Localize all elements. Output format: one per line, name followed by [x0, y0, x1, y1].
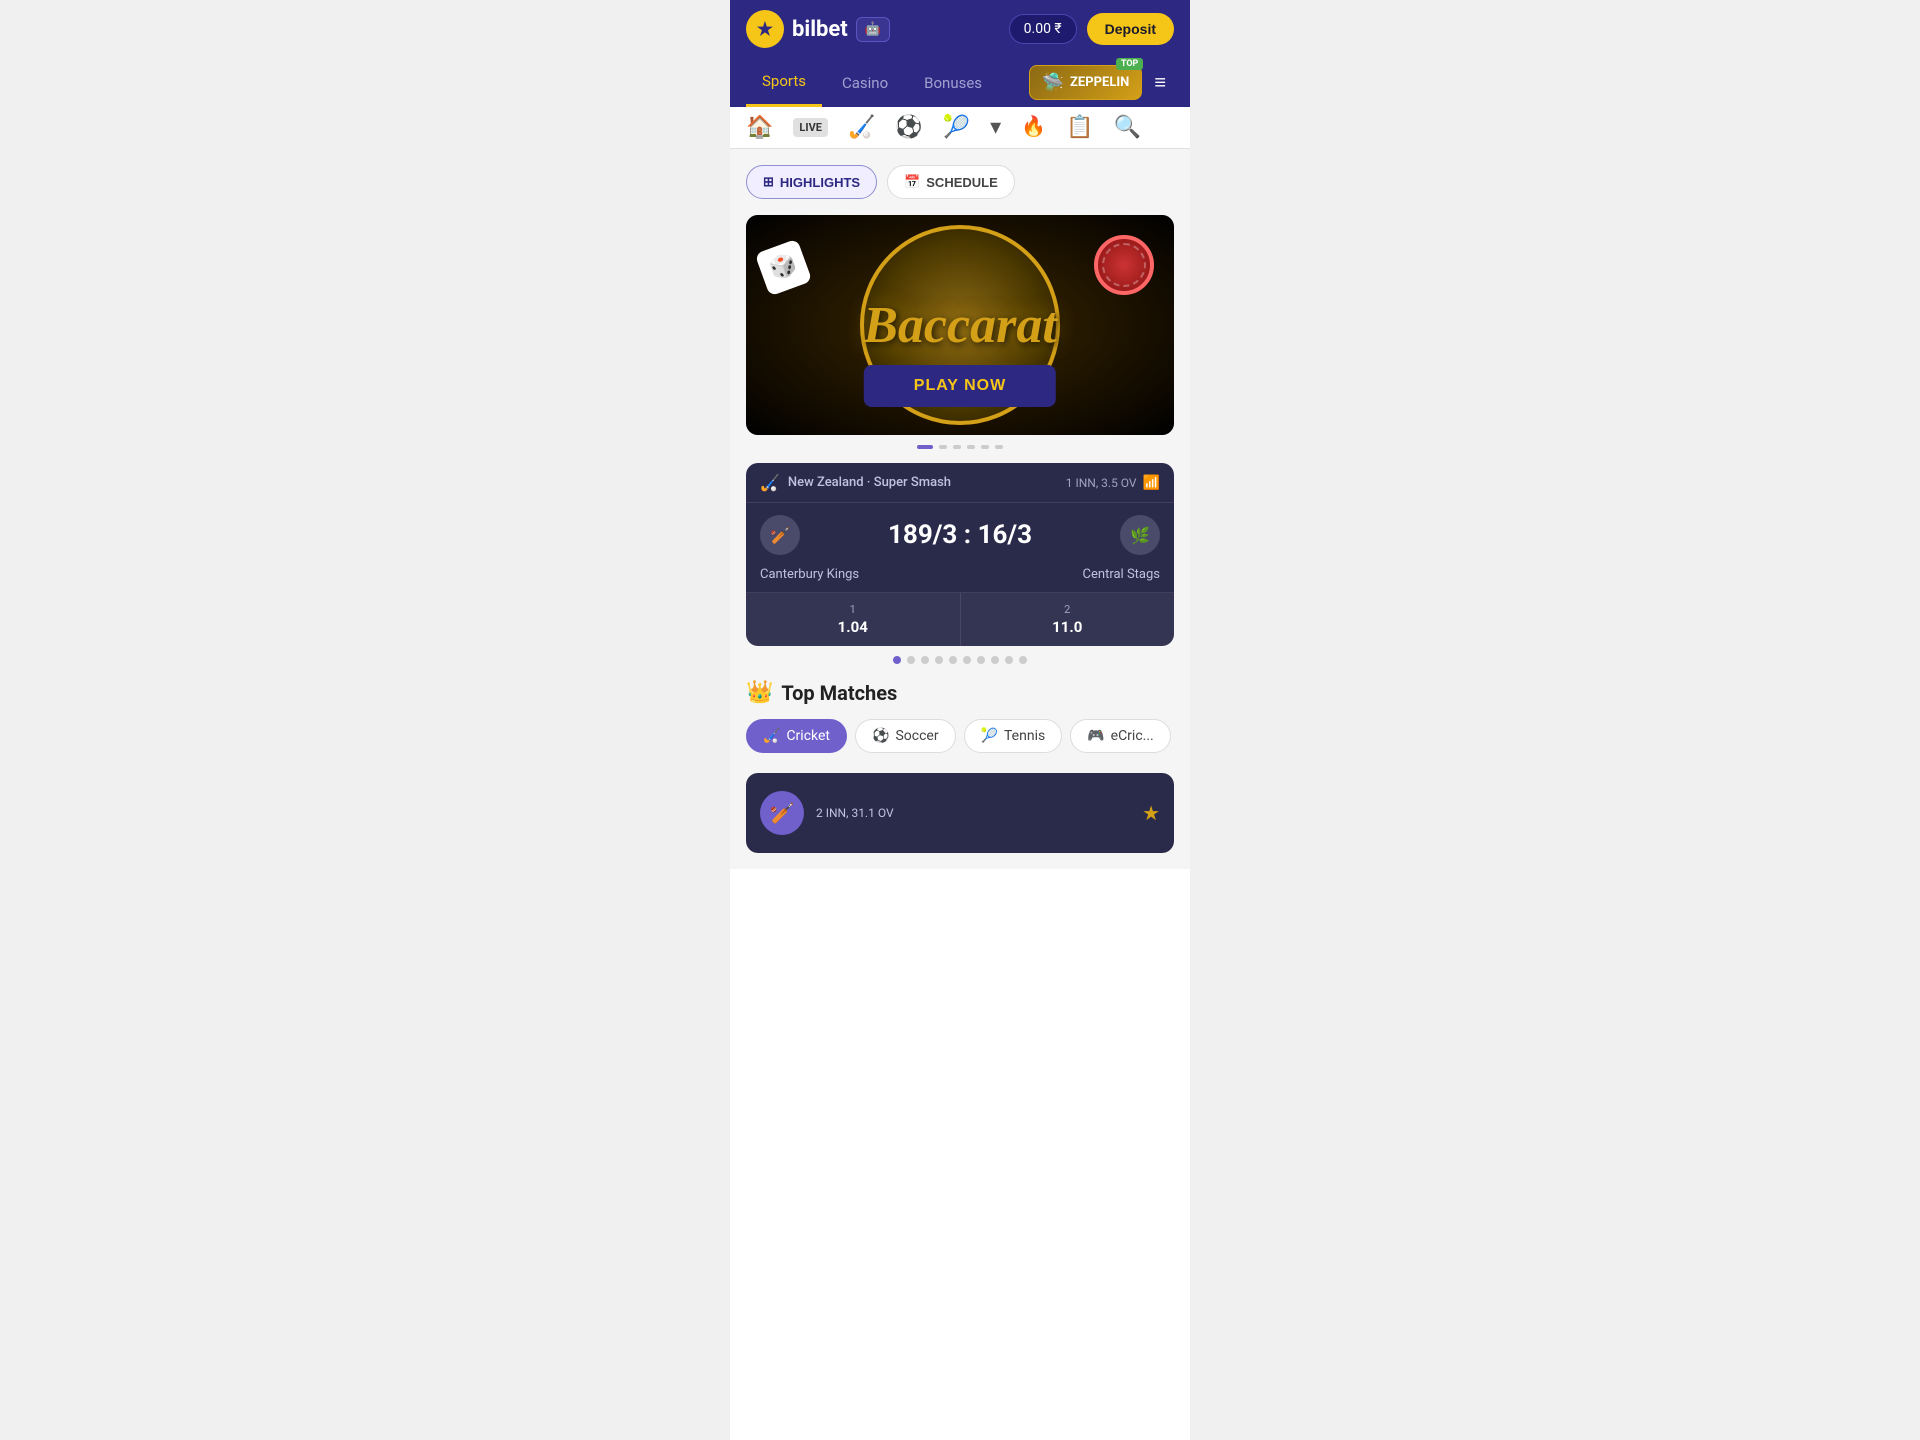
match-dot-3[interactable] [921, 656, 929, 664]
cricket-filter-icon: 🏑 [763, 728, 780, 744]
crown-icon: 👑 [746, 680, 773, 705]
match-dot-2[interactable] [907, 656, 915, 664]
home-icon[interactable]: 🏠 [746, 115, 773, 140]
bottom-match-logo: 🏏 [760, 791, 804, 835]
match-dot-4[interactable] [935, 656, 943, 664]
match-header: 🏑 New Zealand · Super Smash 1 INN, 3.5 O… [746, 463, 1174, 503]
bottom-match-preview: 🏏 2 INN, 31.1 OV ★ [746, 773, 1174, 853]
main-content: ⊞ HIGHLIGHTS 📅 SCHEDULE 🎲 Baccarat PLAY … [730, 149, 1190, 869]
match-dot-10[interactable] [1019, 656, 1027, 664]
dropdown-icon[interactable]: ▾ [990, 115, 1001, 140]
menu-icon[interactable]: ≡ [1146, 70, 1174, 95]
filter-soccer[interactable]: ⚽ Soccer [855, 719, 956, 753]
banner-dot-3[interactable] [953, 445, 961, 449]
soccer-icon[interactable]: ⚽ [895, 115, 922, 140]
team-names: Canterbury Kings Central Stags [746, 567, 1174, 592]
schedule-tab[interactable]: 📅 SCHEDULE [887, 165, 1015, 199]
logo-text: bilbet [792, 17, 848, 42]
team1-logo: 🏏 [760, 515, 800, 555]
match-dot-8[interactable] [991, 656, 999, 664]
banner-dots [746, 445, 1174, 449]
tennis-filter-icon: 🎾 [981, 728, 998, 744]
header: ★ bilbet 🤖 0.00 ₹ Deposit [730, 0, 1190, 58]
filter-ecricket[interactable]: 🎮 eCric... [1070, 719, 1171, 753]
match-league: New Zealand · Super Smash [788, 475, 951, 490]
filter-cricket[interactable]: 🏑 Cricket [746, 719, 847, 753]
schedule-icon: 📅 [904, 174, 920, 190]
match-card: 🏑 New Zealand · Super Smash 1 INN, 3.5 O… [746, 463, 1174, 646]
banner-dot-1[interactable] [917, 445, 933, 449]
banner-title: Baccarat [863, 296, 1057, 355]
live-button[interactable]: LIVE [793, 118, 828, 137]
header-right: 0.00 ₹ Deposit [1009, 13, 1174, 45]
ecricket-filter-icon: 🎮 [1087, 728, 1104, 744]
banner-dot-4[interactable] [967, 445, 975, 449]
banner-dot-5[interactable] [981, 445, 989, 449]
balance-display: 0.00 ₹ [1009, 14, 1077, 44]
filter-tennis[interactable]: 🎾 Tennis [964, 719, 1063, 753]
match-dot-6[interactable] [963, 656, 971, 664]
match-dot-9[interactable] [1005, 656, 1013, 664]
top-badge: TOP [1116, 58, 1143, 70]
nav-item-casino[interactable]: Casino [826, 60, 904, 106]
logo-area: ★ bilbet 🤖 [746, 10, 890, 48]
banner-dot-2[interactable] [939, 445, 947, 449]
team2-logo: 🌿 [1120, 515, 1160, 555]
banner-dot-6[interactable] [995, 445, 1003, 449]
sport-filters: 🏑 Cricket ⚽ Soccer 🎾 Tennis 🎮 eCric... [746, 719, 1174, 757]
sports-toolbar: 🏠 LIVE 🏑 ⚽ 🎾 ▾ 🔥 📋 🔍 [730, 107, 1190, 149]
star-icon: ★ [1142, 801, 1160, 825]
highlights-icon: ⊞ [763, 174, 774, 190]
match-info-right: 1 INN, 3.5 OV 📶 [1066, 475, 1160, 491]
esports-icon[interactable]: 🏑 [848, 115, 875, 140]
live-signal-icon: 📶 [1143, 475, 1160, 491]
fire-icon[interactable]: 🔥 [1021, 116, 1046, 140]
highlights-tab[interactable]: ⊞ HIGHLIGHTS [746, 165, 877, 199]
nav-bar: Sports Casino Bonuses 🛸 ZEPPELIN TOP ≡ [730, 58, 1190, 107]
nav-item-sports[interactable]: Sports [746, 58, 822, 107]
match-body: 🏏 189/3 : 16/3 🌿 [746, 503, 1174, 567]
match-dot-5[interactable] [949, 656, 957, 664]
bottom-match-info: 2 INN, 31.1 OV [816, 806, 894, 820]
team1-name: Canterbury Kings [760, 567, 859, 582]
match-dot-1[interactable] [893, 656, 901, 664]
match-dot-7[interactable] [977, 656, 985, 664]
match-score: 189/3 : 16/3 [812, 520, 1108, 550]
odd-1-button[interactable]: 1 1.04 [746, 593, 961, 646]
banner: 🎲 Baccarat PLAY NOW [746, 215, 1174, 435]
match-odds: 1 1.04 2 11.0 [746, 592, 1174, 646]
section-title: 👑 Top Matches [746, 680, 1174, 705]
zeppelin-button[interactable]: 🛸 ZEPPELIN TOP [1029, 65, 1143, 100]
match-dots [746, 656, 1174, 664]
nav-item-bonuses[interactable]: Bonuses [908, 60, 998, 106]
search-icon[interactable]: 🔍 [1114, 115, 1141, 140]
odd-2-button[interactable]: 2 11.0 [961, 593, 1175, 646]
deposit-button[interactable]: Deposit [1087, 13, 1174, 45]
notes-icon[interactable]: 📋 [1066, 115, 1093, 140]
tabs-row: ⊞ HIGHLIGHTS 📅 SCHEDULE [746, 165, 1174, 199]
logo-icon: ★ [746, 10, 784, 48]
team2-name: Central Stags [1083, 567, 1160, 582]
chip-decoration [1094, 235, 1154, 295]
soccer-filter-icon: ⚽ [872, 728, 889, 744]
tennis-icon[interactable]: 🎾 [943, 115, 970, 140]
android-badge[interactable]: 🤖 [856, 17, 890, 42]
play-now-button[interactable]: PLAY NOW [864, 365, 1056, 407]
